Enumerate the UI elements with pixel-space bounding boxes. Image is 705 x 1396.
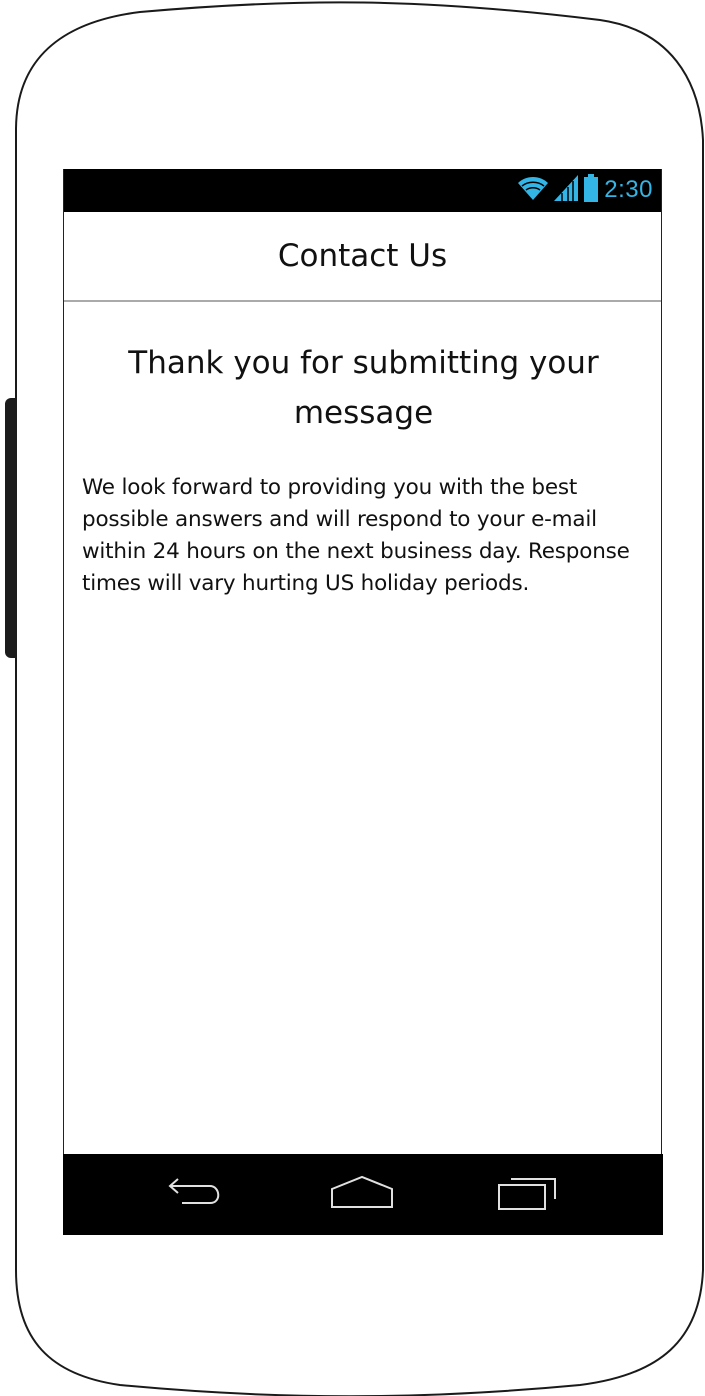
signal-icon (554, 174, 579, 206)
status-bar: 2:30 (64, 169, 661, 212)
recent-apps-button[interactable] (489, 1165, 569, 1225)
wifi-icon (518, 175, 549, 206)
side-volume-button[interactable] (5, 398, 17, 658)
phone-screen: 2:30 Contact Us Thank you for submitting… (62, 169, 663, 1235)
main-content: Thank you for submitting your message We… (64, 302, 661, 600)
home-button[interactable] (322, 1165, 402, 1225)
confirmation-heading: Thank you for submitting your message (128, 345, 599, 431)
recent-apps-icon (497, 1173, 561, 1216)
navigation-bar (62, 1154, 663, 1235)
page-title: Contact Us (277, 238, 448, 274)
status-icons: 2:30 (518, 173, 653, 207)
home-icon (330, 1175, 394, 1214)
title-bar: Contact Us (64, 212, 661, 302)
status-time: 2:30 (604, 176, 653, 203)
back-icon (166, 1175, 226, 1214)
back-button[interactable] (156, 1165, 236, 1225)
battery-icon (584, 173, 599, 207)
confirmation-message: We look forward to providing you with th… (82, 475, 630, 596)
